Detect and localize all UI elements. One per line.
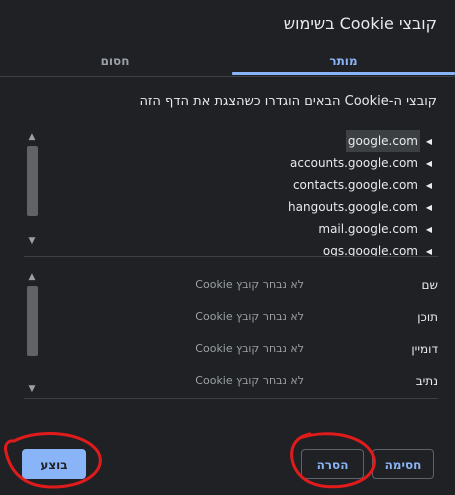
detail-row-content: תוכן לא נבחר קובץ Cookie xyxy=(42,302,438,332)
tree-item-hangouts-google-com[interactable]: hangouts.google.com ◀ xyxy=(286,196,434,218)
tree-item-label: contacts.google.com xyxy=(292,178,418,192)
tree-item-google-com[interactable]: google.com ◀ xyxy=(345,130,434,153)
scroll-down-arrow-icon[interactable]: ▼ xyxy=(24,234,40,248)
tree-item-label: mail.google.com xyxy=(318,222,418,236)
expand-arrow-icon[interactable]: ◀ xyxy=(424,175,434,197)
cookie-tree[interactable]: ▲ ▼ google.com ◀ accounts.google.com ◀ con… xyxy=(24,128,438,257)
detail-value: לא נבחר קובץ Cookie xyxy=(195,342,304,355)
done-button[interactable]: בוצע xyxy=(22,449,86,479)
detail-value: לא נבחר קובץ Cookie xyxy=(195,310,304,323)
scroll-up-arrow-icon[interactable]: ▲ xyxy=(24,130,40,144)
remove-button[interactable]: הסרה xyxy=(301,449,364,479)
detail-row-path: נתיב לא נבחר קובץ Cookie xyxy=(42,366,438,396)
detail-value: לא נבחר קובץ Cookie xyxy=(195,278,304,291)
cookie-tree-scrollbar[interactable]: ▲ ▼ xyxy=(24,128,40,256)
detail-key: נתיב xyxy=(415,374,438,388)
tree-item-label: hangouts.google.com xyxy=(288,200,418,214)
detail-key: שם xyxy=(421,278,438,292)
tab-allowed[interactable]: מותר xyxy=(232,48,455,74)
detail-row-domain: דומיין לא נבחר קובץ Cookie xyxy=(42,334,438,364)
scrollbar-thumb[interactable] xyxy=(27,146,38,216)
scroll-up-arrow-icon[interactable]: ▲ xyxy=(24,270,40,284)
tree-item-contacts-google-com[interactable]: contacts.google.com ◀ xyxy=(291,174,434,196)
expand-arrow-icon[interactable]: ◀ xyxy=(424,219,434,241)
detail-value: לא נבחר קובץ Cookie xyxy=(195,374,304,387)
tree-item-label: google.com xyxy=(345,130,420,152)
details-scrollbar[interactable]: ▲ ▼ xyxy=(24,268,40,398)
tree-item-ogs-google-com[interactable]: ogs.google.com ◀ xyxy=(321,240,434,257)
detail-row-name: שם לא נבחר קובץ Cookie xyxy=(42,270,438,300)
cookie-details[interactable]: ▲ ▼ שם לא נבחר קובץ Cookie תוכן לא נבחר … xyxy=(24,268,438,399)
detail-key: תוכן xyxy=(417,310,438,324)
tree-item-label: accounts.google.com xyxy=(290,156,418,170)
expand-arrow-icon[interactable]: ◀ xyxy=(424,241,434,257)
cookies-description: קובצי ה-Cookie הבאים הוגדרו כשהצגת את הד… xyxy=(139,94,437,109)
dialog-title: קובצי Cookie בשימוש xyxy=(283,14,437,33)
cookies-dialog: קובצי Cookie בשימוש חסום מותר קובצי ה-Co… xyxy=(0,0,455,495)
tab-blocked[interactable]: חסום xyxy=(0,48,230,74)
tree-item-accounts-google-com[interactable]: accounts.google.com ◀ xyxy=(288,152,434,174)
expand-arrow-icon[interactable]: ◀ xyxy=(424,131,434,153)
scroll-down-arrow-icon[interactable]: ▼ xyxy=(24,382,40,396)
expand-arrow-icon[interactable]: ◀ xyxy=(424,153,434,175)
active-tab-indicator xyxy=(232,72,455,75)
block-button[interactable]: חסימה xyxy=(372,449,434,479)
tree-item-label: ogs.google.com xyxy=(322,244,418,257)
scrollbar-thumb[interactable] xyxy=(27,286,38,356)
tree-item-mail-google-com[interactable]: mail.google.com ◀ xyxy=(316,218,434,240)
expand-arrow-icon[interactable]: ◀ xyxy=(424,197,434,219)
detail-key: דומיין xyxy=(411,342,438,356)
tab-bar: חסום מותר xyxy=(0,48,455,77)
